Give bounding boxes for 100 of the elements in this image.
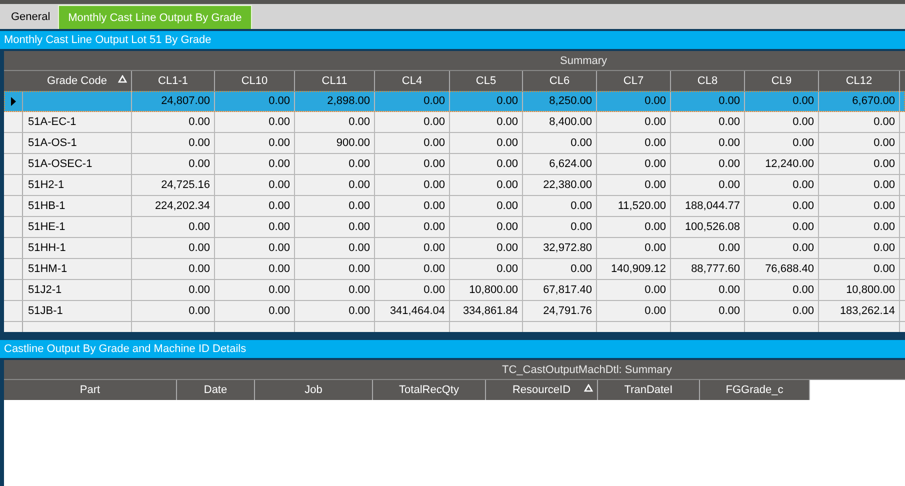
table-cell: 0.00 (268, 284, 290, 296)
table-cell: 224,202.34 (154, 200, 210, 212)
table-cell: 0.00 (496, 221, 518, 233)
table-row[interactable]: 51A-OS-1 0.00 0.00 900.00 0.00 0.00 0.00 0.00 0.00 0.00 0.00 (4, 133, 905, 154)
table-cell: 11,520.00 (618, 200, 666, 212)
table-cell: 0.00 (718, 284, 740, 296)
table-cell: 0.00 (348, 263, 370, 275)
table-cell: 0.00 (348, 200, 370, 212)
column-header[interactable]: FGGrade_c (700, 380, 810, 400)
table-cell: 51HB-1 (28, 200, 66, 212)
table-cell: 0.00 (268, 179, 290, 191)
table-cell: 188,044.77 (684, 200, 740, 212)
table-cell: 51A-OSEC-1 (28, 158, 92, 170)
table-cell: 88,777.60 (691, 263, 740, 275)
table-cell: 0.00 (874, 263, 895, 275)
table-cell: 0.00 (496, 200, 518, 212)
table-cell: 100,526.08 (684, 221, 740, 233)
table-cell: 0.00 (792, 137, 814, 149)
table-cell: 0.00 (188, 221, 210, 233)
table-cell: 0.00 (644, 305, 666, 317)
table-cell: 0.00 (570, 221, 592, 233)
table-cell: 51HM-1 (28, 263, 68, 275)
table-cell: 0.00 (874, 221, 895, 233)
table-cell: 0.00 (874, 137, 895, 149)
table-cell: 0.00 (792, 116, 814, 128)
table-cell: 51A-EC-1 (28, 116, 76, 128)
table-cell: 51A-OS-1 (28, 137, 77, 149)
table-row[interactable]: 51JB-1 0.00 0.00 0.00 341,464.04 334,861.84 24,791.76 0.00 0.00 0.00 183,262.14 (4, 301, 905, 322)
table-cell: 0.00 (268, 305, 290, 317)
table-cell: 6,670.00 (852, 95, 895, 107)
table-cell: 334,861.84 (462, 305, 518, 317)
table-cell: 0.00 (874, 200, 895, 212)
column-header[interactable]: Job (255, 380, 373, 400)
table-row[interactable]: 51HM-1 0.00 0.00 0.00 0.00 0.00 0.00 140,909.12 88,777.60 76,688.40 0.00 (4, 259, 905, 280)
table-cell: 0.00 (644, 242, 666, 254)
column-header[interactable]: ResourceID (486, 380, 598, 400)
column-header[interactable]: TranDateI (598, 380, 700, 400)
table-cell: 0.00 (188, 284, 210, 296)
table-cell: 0.00 (718, 179, 740, 191)
table-cell: 51HE-1 (28, 221, 66, 233)
table-cell: 0.00 (268, 158, 290, 170)
table-cell: 0.00 (268, 200, 290, 212)
table-cell: 67,817.40 (543, 284, 592, 296)
table-cell: 0.00 (496, 95, 518, 107)
table-cell: 0.00 (424, 284, 445, 296)
column-header[interactable]: Date (177, 380, 255, 400)
table-cell: 0.00 (424, 95, 445, 107)
table-cell: 10,800.00 (469, 284, 518, 296)
table-cell: 10,800.00 (846, 284, 895, 296)
table-row[interactable]: 51A-OSEC-1 0.00 0.00 0.00 0.00 0.00 6,624.00 0.00 0.00 12,240.00 0.00 (4, 154, 905, 175)
table-cell: 0.00 (644, 179, 666, 191)
table-cell: 0.00 (792, 200, 814, 212)
table-row[interactable]: 51A-EC-1 0.00 0.00 0.00 0.00 0.00 8,400.00 0.00 0.00 0.00 0.00 (4, 112, 905, 133)
table-cell: 0.00 (644, 221, 666, 233)
table-cell: 0.00 (874, 179, 895, 191)
table-cell: 8,400.00 (549, 116, 592, 128)
table-cell: 51HH-1 (28, 242, 66, 254)
table-cell: 0.00 (424, 158, 445, 170)
group-header: TC_CastOutputMachDtl: Summary (4, 360, 905, 380)
table-cell: 0.00 (644, 137, 666, 149)
column-header[interactable]: Part (4, 380, 177, 400)
table-cell: 0.00 (718, 116, 740, 128)
table-row[interactable]: 51HB-1 224,202.34 0.00 0.00 0.00 0.00 0.00 11,520.00 188,044.77 0.00 0.00 (4, 196, 905, 217)
table-cell: 0.00 (496, 116, 518, 128)
table-row[interactable]: 51HE-1 0.00 0.00 0.00 0.00 0.00 0.00 0.00 100,526.08 0.00 0.00 (4, 217, 905, 238)
table-cell: 0.00 (424, 242, 445, 254)
table-cell: 0.00 (268, 137, 290, 149)
column-header[interactable]: TotalRecQty (373, 380, 486, 400)
table-cell: 0.00 (496, 179, 518, 191)
table-row[interactable]: 51HH-1 0.00 0.00 0.00 0.00 0.00 32,972.80 0.00 0.00 0.00 0.00 (4, 238, 905, 259)
table-cell: 32,972.80 (543, 242, 592, 254)
group-header: Summary (4, 51, 905, 71)
table-row[interactable]: 51J2-1 0.00 0.00 0.00 0.00 10,800.00 67,817.40 0.00 0.00 0.00 10,800.00 (4, 280, 905, 301)
table-cell: 0.00 (348, 221, 370, 233)
table-cell: 0.00 (268, 221, 290, 233)
table-cell: 0.00 (496, 137, 518, 149)
table-row[interactable]: 24,807.00 0.00 2,898.00 0.00 0.00 8,250.00 0.00 0.00 0.00 6,670.00 (4, 91, 905, 112)
table-cell: 0.00 (496, 242, 518, 254)
table-cell: 24,807.00 (161, 95, 210, 107)
table-cell: 0.00 (644, 284, 666, 296)
table-cell: 0.00 (188, 263, 210, 275)
table-cell: 0.00 (424, 200, 445, 212)
table-cell: 0.00 (570, 137, 592, 149)
table-cell: 76,688.40 (765, 263, 814, 275)
table-cell: 0.00 (348, 242, 370, 254)
panel-title: Castline Output By Grade and Machine ID Details (0, 340, 905, 358)
table-cell: 0.00 (348, 179, 370, 191)
table-cell: 51J2-1 (28, 284, 62, 296)
table-cell: 0.00 (188, 242, 210, 254)
table-cell: 22,380.00 (543, 179, 592, 191)
table-cell: 8,250.00 (549, 95, 592, 107)
table-cell: 0.00 (792, 179, 814, 191)
table-cell: 0.00 (792, 284, 814, 296)
tab[interactable]: General (4, 6, 58, 28)
table-cell: 0.00 (348, 158, 370, 170)
table-cell: 0.00 (570, 263, 592, 275)
table-cell: 0.00 (348, 284, 370, 296)
table-cell: 24,725.16 (161, 179, 210, 191)
table-cell: 0.00 (424, 179, 445, 191)
table-row[interactable]: 51H2-1 24,725.16 0.00 0.00 0.00 0.00 22,380.00 0.00 0.00 0.00 0.00 (4, 175, 905, 196)
